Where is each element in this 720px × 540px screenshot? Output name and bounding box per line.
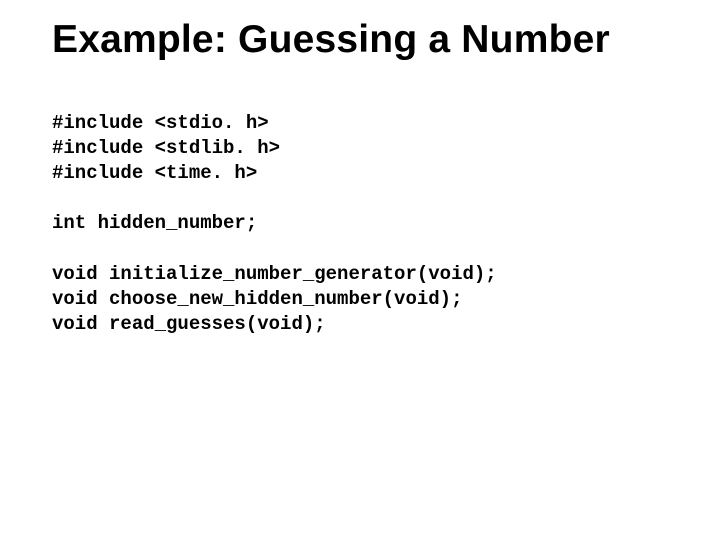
slide: Example: Guessing a Number #include <std… (0, 0, 720, 357)
code-line: void choose_new_hidden_number(void); (52, 288, 462, 310)
code-line: void initialize_number_generator(void); (52, 263, 497, 285)
code-block: #include <stdio. h> #include <stdlib. h>… (52, 86, 688, 337)
code-line: #include <stdlib. h> (52, 137, 280, 159)
code-line: void read_guesses(void); (52, 313, 326, 335)
code-line: #include <time. h> (52, 162, 257, 184)
code-line: int hidden_number; (52, 212, 257, 234)
slide-title: Example: Guessing a Number (52, 18, 688, 62)
code-line: #include <stdio. h> (52, 112, 269, 134)
